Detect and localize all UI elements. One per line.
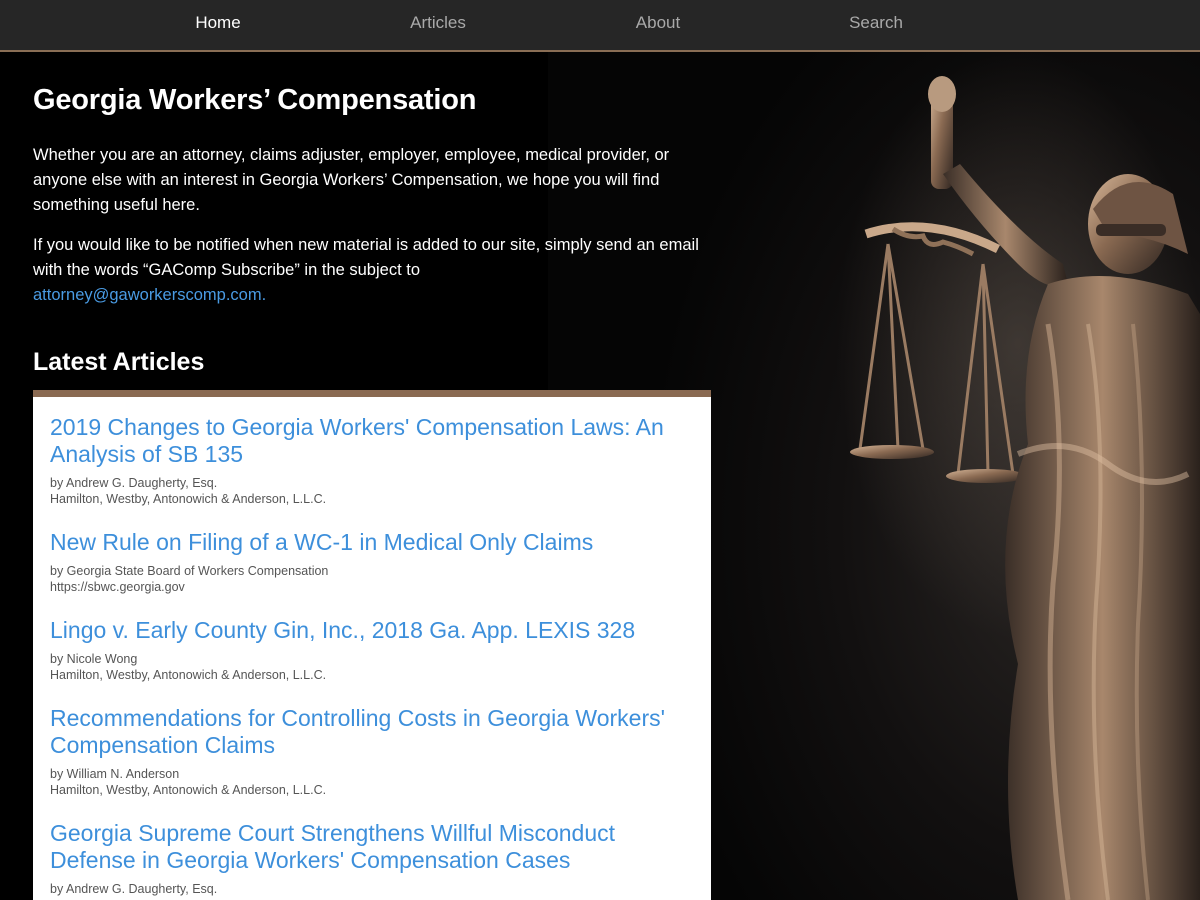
intro-section: Georgia Workers’ Compensation Whether yo… [33,52,713,387]
article-item: Lingo v. Early County Gin, Inc., 2018 Ga… [50,617,694,683]
intro-paragraph-2: If you would like to be notified when ne… [33,233,703,308]
nav-articles[interactable]: Articles [358,0,518,50]
page-title: Georgia Workers’ Compensation [33,84,477,116]
article-org: Hamilton, Westby, Antonowich & Anderson,… [50,668,327,682]
article-title-link[interactable]: 2019 Changes to Georgia Workers' Compens… [50,414,694,468]
article-item: Georgia Supreme Court Strengthens Willfu… [50,820,694,897]
article-author: by Andrew G. Daugherty, Esq. [50,476,218,490]
article-author: by Nicole Wong [50,652,138,666]
nav-search[interactable]: Search [796,0,956,50]
article-author: by William N. Anderson [50,767,180,781]
article-author: by Andrew G. Daugherty, Esq. [50,882,218,896]
article-item: Recommendations for Controlling Costs in… [50,705,694,798]
article-item: New Rule on Filing of a WC-1 in Medical … [50,529,694,595]
article-org: Hamilton, Westby, Antonowich & Anderson,… [50,783,327,797]
subscribe-text: If you would like to be notified when ne… [33,236,699,279]
article-item: 2019 Changes to Georgia Workers' Compens… [50,414,694,507]
intro-paragraph-1: Whether you are an attorney, claims adju… [33,146,670,214]
article-org: https://sbwc.georgia.gov [50,580,185,594]
latest-articles-heading: Latest Articles [33,348,205,376]
page: Home Articles About Search Georgia Worke… [0,0,1200,900]
article-title-link[interactable]: New Rule on Filing of a WC-1 in Medical … [50,529,694,556]
top-nav: Home Articles About Search [0,0,1200,52]
article-title-link[interactable]: Georgia Supreme Court Strengthens Willfu… [50,820,694,874]
email-link[interactable]: attorney@gaworkerscomp.com. [33,286,266,304]
article-author: by Georgia State Board of Workers Compen… [50,564,329,578]
article-org: Hamilton, Westby, Antonowich & Anderson,… [50,492,327,506]
nav-about[interactable]: About [578,0,738,50]
article-title-link[interactable]: Recommendations for Controlling Costs in… [50,705,694,759]
nav-home[interactable]: Home [138,0,298,50]
article-title-link[interactable]: Lingo v. Early County Gin, Inc., 2018 Ga… [50,617,694,644]
articles-list: 2019 Changes to Georgia Workers' Compens… [33,390,711,900]
